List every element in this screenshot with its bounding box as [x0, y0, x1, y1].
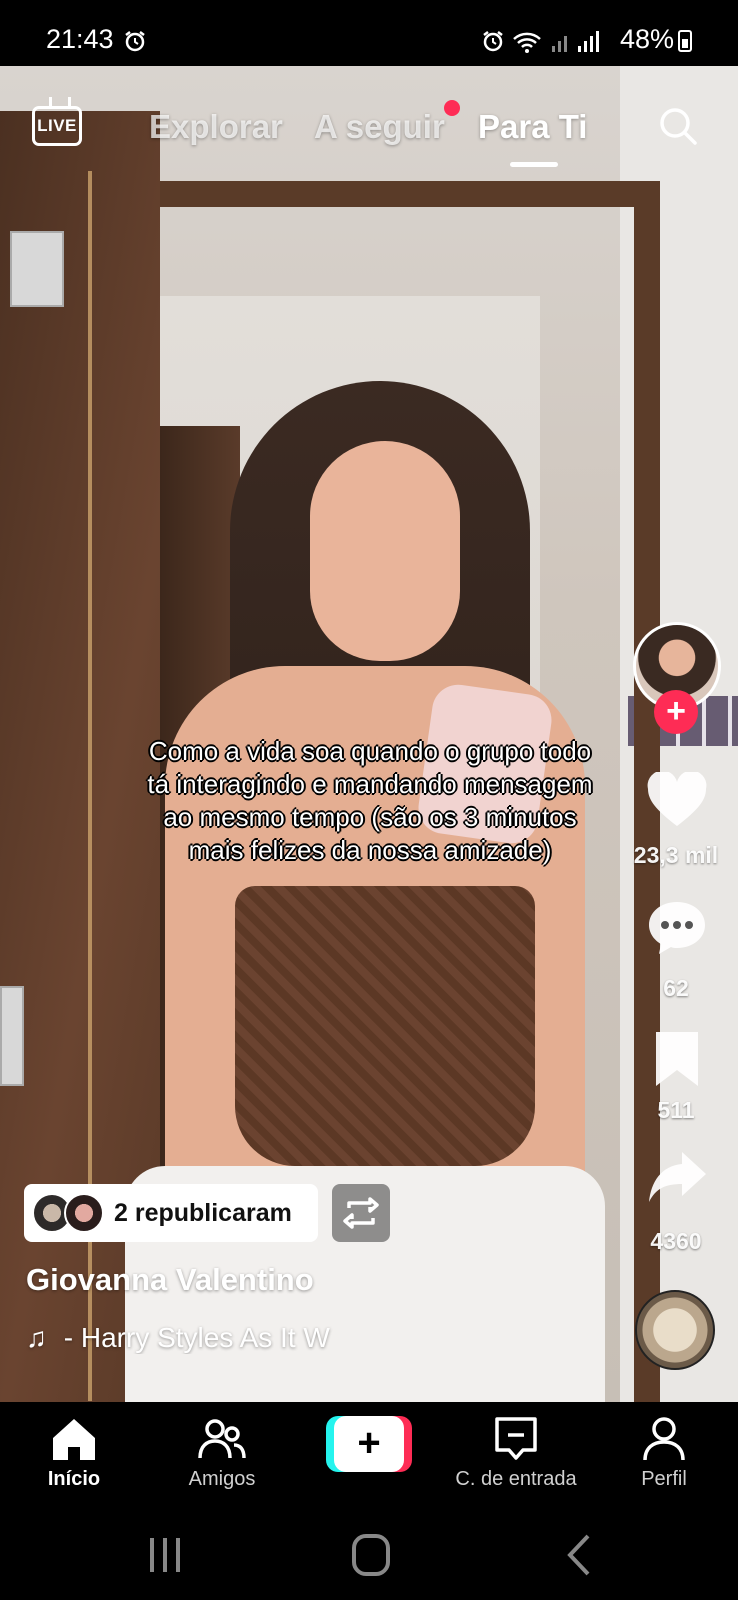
top-nav: LIVE Explorar A seguir Para Ti — [0, 66, 738, 186]
video-bg-hinge — [10, 231, 64, 307]
repost-label: 2 republicaram — [114, 1199, 292, 1227]
system-nav-bar — [0, 1510, 738, 1600]
repost-icon[interactable] — [332, 1184, 390, 1242]
video-person-face — [310, 441, 460, 661]
comments-count: 62 — [663, 975, 689, 1001]
shares-count: 4360 — [650, 1228, 702, 1254]
music-note-icon: ♫ — [26, 1322, 47, 1353]
create-button[interactable]: + — [326, 1416, 412, 1472]
tab-a-seguir[interactable]: A seguir — [314, 108, 445, 146]
create-icon: + — [334, 1416, 404, 1472]
nav-label: Perfil — [641, 1468, 687, 1490]
music-info[interactable]: ♫ - Harry Styles As It W — [26, 1322, 396, 1354]
notification-dot — [444, 100, 460, 116]
status-bar: 21:43 48% — [0, 0, 738, 66]
nav-label: Amigos — [188, 1468, 256, 1490]
profile-icon — [643, 1417, 685, 1461]
active-tab-indicator — [510, 162, 558, 167]
nav-label: Início — [47, 1468, 101, 1490]
nav-label: C. de entrada — [455, 1468, 577, 1490]
follow-button[interactable]: + — [654, 690, 698, 734]
live-button[interactable]: LIVE — [32, 106, 82, 146]
battery-icon — [678, 30, 692, 52]
signal-icon — [552, 31, 599, 52]
video-person-top — [235, 886, 535, 1166]
nav-inbox[interactable]: C. de entrada — [446, 1414, 586, 1491]
music-title: - Harry Styles As It W — [63, 1322, 330, 1353]
home-button-icon[interactable] — [346, 1532, 396, 1578]
nav-perfil[interactable]: Perfil — [594, 1414, 734, 1491]
status-time: 21:43 — [46, 24, 114, 54]
nav-amigos[interactable]: Amigos — [152, 1414, 292, 1491]
heart-icon[interactable] — [646, 772, 708, 830]
home-icon — [53, 1419, 95, 1460]
friends-icon — [198, 1419, 246, 1459]
bottom-nav: Início Amigos + C. de entrada Perfil — [0, 1402, 738, 1510]
search-icon[interactable] — [658, 106, 698, 146]
wifi-icon — [513, 32, 541, 53]
repost-avatar — [64, 1193, 104, 1233]
saves-count: 511 — [657, 1097, 695, 1123]
author-name[interactable]: Giovanna Valentino — [26, 1262, 314, 1298]
comment-icon[interactable] — [646, 898, 708, 956]
back-icon[interactable] — [556, 1532, 606, 1578]
battery-percentage: 48% — [619, 24, 674, 54]
tab-explorar[interactable]: Explorar — [149, 108, 283, 146]
share-icon[interactable] — [646, 1148, 708, 1206]
bookmark-icon[interactable] — [646, 1030, 708, 1088]
music-disc[interactable] — [635, 1290, 715, 1370]
video-bg-hinge — [0, 986, 24, 1086]
recent-apps-icon[interactable] — [140, 1532, 190, 1578]
alarm-icon — [125, 31, 145, 52]
video-caption: Como a vida soa quando o grupo todo tá i… — [147, 736, 593, 865]
alarm-icon — [483, 31, 503, 52]
tab-para-ti[interactable]: Para Ti — [478, 108, 587, 146]
inbox-icon — [495, 1417, 537, 1460]
nav-inicio[interactable]: Início — [4, 1414, 144, 1491]
reposted-by-pill[interactable]: 2 republicaram — [24, 1184, 318, 1242]
likes-count: 23,3 mil — [633, 842, 719, 868]
